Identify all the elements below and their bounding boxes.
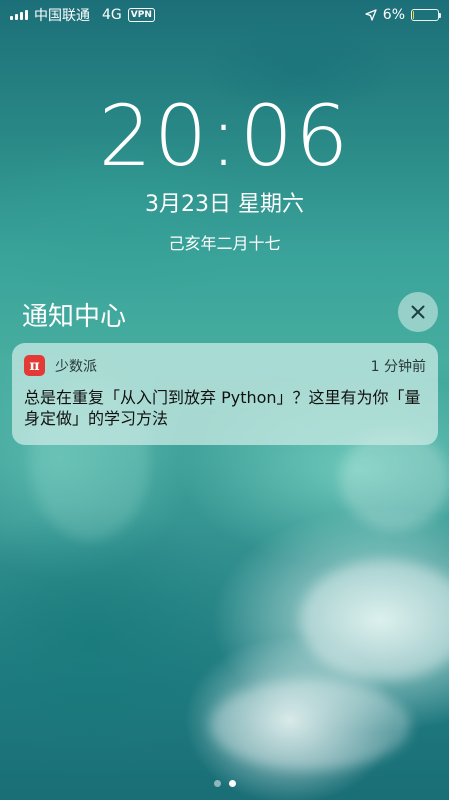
status-left: 中国联通 4G VPN: [10, 5, 155, 25]
network-type: 4G: [102, 7, 122, 23]
lock-date: 3月23日 星期六: [145, 192, 304, 217]
lunar-date: 己亥年二月十七: [168, 234, 281, 253]
wave-foam: [340, 430, 449, 530]
battery-level-fill: [413, 11, 415, 19]
notification-time: 1 分钟前: [370, 358, 426, 375]
wave-foam: [300, 560, 449, 680]
lock-screen: 中国联通 4G VPN 6% 20:06 3月23日 星期六 己亥年二月十七 通…: [0, 0, 449, 800]
notification-app: π 少数派: [24, 355, 97, 376]
notification-header: π 少数派 1 分钟前: [24, 355, 426, 376]
page-dot: [213, 780, 221, 787]
status-right: 6%: [365, 7, 441, 23]
battery-percent: 6%: [382, 7, 405, 23]
app-icon-sspai: π: [24, 355, 45, 376]
status-bar: 中国联通 4G VPN 6%: [0, 0, 449, 30]
notification-card[interactable]: π 少数派 1 分钟前 总是在重复「从入门到放弃 Python」？这里有为你「量…: [12, 343, 438, 445]
vpn-badge: VPN: [127, 8, 155, 22]
location-arrow-icon: [365, 9, 377, 21]
close-icon: [411, 305, 425, 319]
carrier-name: 中国联通: [34, 8, 90, 24]
page-dot: [228, 780, 236, 787]
notification-body: 总是在重复「从入门到放弃 Python」？这里有为你「量身定做」的学习方法: [24, 388, 421, 428]
notification-center-title: 通知中心: [22, 302, 127, 332]
signal-strength-icon: [10, 10, 28, 20]
app-name: 少数派: [55, 358, 97, 375]
battery-icon: [411, 9, 441, 21]
wave-foam: [210, 680, 410, 770]
lock-clock: 20:06: [98, 87, 351, 185]
clear-notifications-button[interactable]: [398, 292, 438, 332]
page-indicator[interactable]: [0, 780, 449, 787]
